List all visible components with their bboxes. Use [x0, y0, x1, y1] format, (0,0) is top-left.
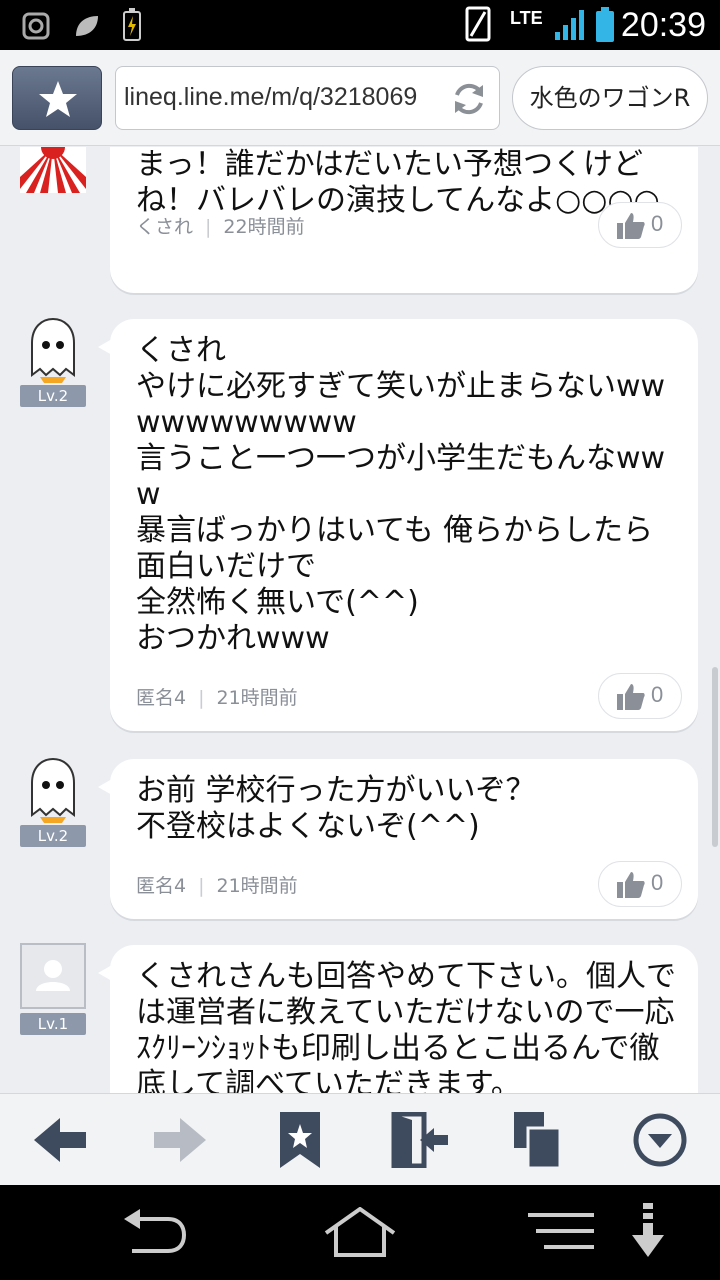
browser-toolbar: lineq.line.me/m/q/3218069 水色のワゴンR	[0, 50, 720, 146]
like-button[interactable]: 0	[598, 673, 682, 719]
like-count: 0	[651, 682, 664, 707]
signal-icon	[555, 10, 584, 40]
url-field[interactable]: lineq.line.me/m/q/3218069	[115, 66, 500, 130]
like-button[interactable]: 0	[598, 861, 682, 907]
level-badge: Lv.2	[20, 385, 86, 407]
answer-card: まっ！誰だかはだいたい予想つくけどね！バレバレの演技してんなよ○○○○ くされ |…	[110, 147, 698, 293]
answer-text: まっ！誰だかはだいたい予想つくけどね！バレバレの演技してんなよ○○○○	[136, 147, 660, 218]
exit-door-icon[interactable]	[390, 1112, 450, 1168]
url-text: lineq.line.me/m/q/3218069	[124, 83, 418, 111]
forward-arrow-icon[interactable]	[150, 1112, 210, 1168]
answer-time: 22時間前	[223, 216, 305, 238]
answer-text: くされさんも回答やめて下さい。個人では運営者に教えていただけないので一応ｽｸﾘｰ…	[136, 959, 676, 1093]
star-icon	[39, 81, 77, 117]
back-icon[interactable]	[118, 1207, 190, 1257]
answer-time: 21時間前	[216, 875, 298, 897]
answer-card: お前 学校行った方がいいぞ？ 不登校はよくないぞ(^^) 匿名4 | 21時間前 0	[98, 759, 698, 919]
menu-icon[interactable]	[528, 1207, 594, 1257]
menu-down-icon[interactable]	[630, 1112, 690, 1168]
ghost-avatar-icon[interactable]	[20, 755, 86, 825]
alarm-icon	[22, 12, 50, 40]
browser-bottom-toolbar	[0, 1093, 720, 1185]
download-icon[interactable]	[630, 1203, 666, 1259]
default-user-avatar-icon[interactable]	[20, 943, 86, 1009]
bookmark-star-button[interactable]	[12, 66, 102, 130]
page-title-button[interactable]: 水色のワゴンR	[512, 66, 708, 130]
battery-icon	[596, 7, 614, 42]
thumbs-up-icon	[617, 872, 645, 898]
answer-text: お前 学校行った方がいいぞ？ 不登校はよくないぞ(^^)	[136, 773, 536, 844]
level-badge: Lv.2	[20, 825, 86, 847]
answer-author[interactable]: くされ	[136, 216, 193, 238]
like-button[interactable]: 0	[598, 202, 682, 248]
level-badge: Lv.1	[20, 1013, 86, 1035]
back-arrow-icon[interactable]	[30, 1112, 90, 1168]
leaf-icon	[76, 16, 98, 36]
status-bar: LTE 20:39	[0, 0, 720, 50]
reload-icon[interactable]	[449, 79, 489, 119]
system-nav-bar	[0, 1185, 720, 1280]
answer-author[interactable]: 匿名4	[136, 687, 186, 709]
thumbs-up-icon	[617, 213, 645, 239]
copy-icon[interactable]	[510, 1112, 570, 1168]
answer-author[interactable]: 匿名4	[136, 875, 186, 897]
answer-text: くされ やけに必死すぎて笑いが止まらないwwwwwwwwwww 言うこと一つ一つ…	[136, 333, 666, 656]
answer-meta: 匿名4 | 21時間前	[136, 687, 298, 709]
sim-icon	[465, 6, 491, 42]
rising-sun-avatar-icon[interactable]	[20, 147, 86, 193]
like-count: 0	[651, 870, 664, 895]
answer-card: くされ やけに必死すぎて笑いが止まらないwwwwwwwwwww 言うこと一つ一つ…	[98, 319, 698, 731]
network-type: LTE	[510, 8, 543, 28]
ghost-avatar-icon[interactable]	[20, 315, 86, 385]
answers-list[interactable]: まっ！誰だかはだいたい予想つくけどね！バレバレの演技してんなよ○○○○ くされ |…	[0, 147, 720, 1093]
home-icon[interactable]	[322, 1207, 398, 1259]
answer-meta: 匿名4 | 21時間前	[136, 875, 298, 897]
bookmark-icon[interactable]	[270, 1112, 330, 1168]
thumbs-up-icon	[617, 684, 645, 710]
answer-time: 21時間前	[216, 687, 298, 709]
scrollbar[interactable]	[712, 667, 718, 847]
answer-card: くされさんも回答やめて下さい。個人では運営者に教えていただけないので一応ｽｸﾘｰ…	[98, 945, 698, 1093]
battery-charging-icon	[123, 8, 141, 41]
like-count: 0	[651, 211, 664, 236]
answer-meta: くされ | 22時間前	[136, 216, 305, 238]
clock: 20:39	[620, 6, 706, 44]
